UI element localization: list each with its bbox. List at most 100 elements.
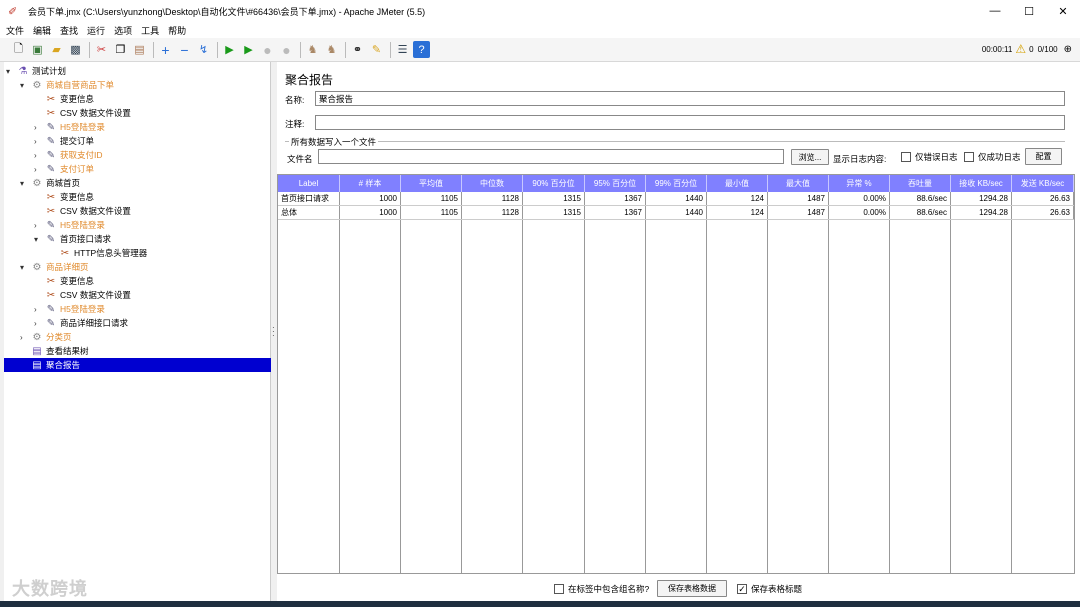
- tree-node[interactable]: › ✎ 获取支付ID: [34, 148, 103, 162]
- shutdown-icon[interactable]: ●: [278, 41, 295, 58]
- tree-node[interactable]: ✂ 变更信息: [34, 274, 94, 288]
- column-header[interactable]: # 样本: [340, 175, 401, 192]
- tree-node[interactable]: ✂ HTTP信息头管理器: [48, 246, 147, 260]
- function-helper-icon[interactable]: ☰: [394, 41, 411, 58]
- start-icon[interactable]: ▶: [221, 41, 238, 58]
- column-header[interactable]: 最小值: [707, 175, 768, 192]
- column-header[interactable]: 90% 百分位: [523, 175, 585, 192]
- column-header[interactable]: 95% 百分位: [585, 175, 646, 192]
- tree-node[interactable]: ▾ ✎ 首页接口请求: [34, 232, 111, 246]
- stop-icon[interactable]: ●: [259, 41, 276, 58]
- expanded-arrow-icon[interactable]: ▾: [34, 235, 44, 244]
- collapsed-arrow-icon[interactable]: ›: [34, 123, 44, 132]
- column-header[interactable]: Label: [278, 175, 340, 192]
- paste-icon[interactable]: ▤: [131, 41, 148, 58]
- success-only-checkbox[interactable]: [964, 152, 974, 162]
- table-row[interactable]: 首页接口请求 1000 1105 1128 1315 1367 1440 124 1487 0.0…: [278, 192, 1074, 206]
- column-header[interactable]: 异常 %: [829, 175, 890, 192]
- toggle-icon[interactable]: ↯: [195, 41, 212, 58]
- column-header[interactable]: 吞吐量: [890, 175, 951, 192]
- menu-help[interactable]: 帮助: [168, 24, 186, 37]
- menu-edit[interactable]: 编辑: [33, 24, 51, 37]
- menu-tools[interactable]: 工具: [141, 24, 159, 37]
- copy-icon[interactable]: ❐: [112, 41, 129, 58]
- clear-all-icon[interactable]: ♞: [323, 41, 340, 58]
- menu-run[interactable]: 运行: [87, 24, 105, 37]
- column-header[interactable]: 平均值: [401, 175, 462, 192]
- expanded-arrow-icon[interactable]: ▾: [20, 263, 30, 272]
- expand-icon[interactable]: +: [157, 41, 174, 58]
- tree-node[interactable]: › ✎ 提交订单: [34, 134, 94, 148]
- save-header-checkbox[interactable]: ✓: [737, 584, 747, 594]
- tree-node[interactable]: › ✎ H5登陆登录: [34, 120, 105, 134]
- remote-icon[interactable]: ⊕: [1064, 44, 1072, 55]
- save-header-option[interactable]: ✓ 保存表格标题: [737, 583, 802, 595]
- tree-node[interactable]: ▾ ⚙ 商品详细页: [20, 260, 89, 274]
- maximize-button[interactable]: ☐: [1012, 0, 1046, 22]
- tree-node[interactable]: ✂ 变更信息: [34, 190, 94, 204]
- tree-node[interactable]: ✂ CSV 数据文件设置: [34, 288, 131, 302]
- tree-node[interactable]: › ✎ 支付订单: [34, 162, 94, 176]
- expanded-arrow-icon[interactable]: ▾: [20, 179, 30, 188]
- menu-file[interactable]: 文件: [6, 24, 24, 37]
- reset-search-icon[interactable]: ✎: [368, 41, 385, 58]
- clear-icon[interactable]: ♞: [304, 41, 321, 58]
- collapsed-arrow-icon[interactable]: ›: [34, 305, 44, 314]
- open-icon[interactable]: ▰: [48, 41, 65, 58]
- tree-node[interactable]: ▾ ⚙ 商城自营商品下单: [20, 78, 114, 92]
- tree-node-label: 测试计划: [32, 66, 67, 76]
- column-header[interactable]: 99% 百分位: [646, 175, 707, 192]
- tree-node[interactable]: › ✎ H5登陆登录: [34, 218, 105, 232]
- success-only-option[interactable]: 仅成功日志: [964, 151, 1021, 163]
- minimize-button[interactable]: —: [978, 0, 1012, 22]
- collapsed-arrow-icon[interactable]: ›: [34, 221, 44, 230]
- include-group-checkbox[interactable]: [554, 584, 564, 594]
- menu-search[interactable]: 查找: [60, 24, 78, 37]
- new-icon[interactable]: 🗋: [10, 41, 27, 58]
- search-binoculars-icon[interactable]: ⚭: [349, 41, 366, 58]
- errors-only-checkbox[interactable]: [901, 152, 911, 162]
- name-field[interactable]: 聚合报告: [315, 91, 1065, 106]
- tree-node[interactable]: › ✎ H5登陆登录: [34, 302, 105, 316]
- tree-node[interactable]: ▾ ⚗ 测试计划: [6, 64, 66, 78]
- templates-icon[interactable]: ▣: [29, 41, 46, 58]
- expanded-arrow-icon[interactable]: ▾: [20, 81, 30, 90]
- tree-node[interactable]: › ✎ 商品详细接口请求: [34, 316, 128, 330]
- configure-button[interactable]: 配置: [1025, 148, 1062, 165]
- tree-node[interactable]: ▤ 聚合报告: [4, 358, 271, 372]
- comment-label: 注释:: [285, 119, 305, 129]
- collapsed-arrow-icon[interactable]: ›: [34, 151, 44, 160]
- save-icon[interactable]: ▩: [67, 41, 84, 58]
- menu-options[interactable]: 选项: [114, 24, 132, 37]
- tree-node[interactable]: ▤ 查看结果树: [20, 344, 88, 358]
- include-group-option[interactable]: 在标签中包含组名称?: [554, 583, 649, 595]
- collapsed-arrow-icon[interactable]: ›: [34, 165, 44, 174]
- column-header[interactable]: 最大值: [768, 175, 829, 192]
- filename-field[interactable]: [318, 149, 784, 164]
- tree-node[interactable]: ✂ 变更信息: [34, 92, 94, 106]
- column-header[interactable]: 中位数: [462, 175, 523, 192]
- expanded-arrow-icon[interactable]: ▾: [6, 67, 16, 76]
- column-header[interactable]: 发送 KB/sec: [1012, 175, 1074, 192]
- collapse-icon[interactable]: −: [176, 41, 193, 58]
- cut-icon[interactable]: ✂: [93, 41, 110, 58]
- table-row[interactable]: 总体 1000 1105 1128 1315 1367 1440 124 1487 0.00% 88…: [278, 206, 1074, 220]
- start-no-pause-icon[interactable]: ▶: [240, 41, 257, 58]
- browse-button[interactable]: 浏览...: [791, 149, 829, 165]
- collapsed-arrow-icon[interactable]: ›: [34, 137, 44, 146]
- comment-field[interactable]: [315, 115, 1065, 130]
- tree-node[interactable]: ▾ ⚙ 商城首页: [20, 176, 80, 190]
- collapsed-arrow-icon[interactable]: ›: [34, 319, 44, 328]
- table-cell: 1294.28: [951, 192, 1012, 205]
- tree-node[interactable]: ✂ CSV 数据文件设置: [34, 204, 131, 218]
- tree-node[interactable]: ✂ CSV 数据文件设置: [34, 106, 131, 120]
- column-header[interactable]: 接收 KB/sec: [951, 175, 1012, 192]
- close-button[interactable]: ✕: [1046, 0, 1080, 22]
- help-icon[interactable]: ?: [413, 41, 430, 58]
- collapsed-arrow-icon[interactable]: ›: [20, 333, 30, 342]
- pen-icon: ✎: [46, 163, 56, 175]
- errors-only-option[interactable]: 仅错误日志: [901, 151, 958, 163]
- tree-node[interactable]: › ⚙ 分类页: [20, 330, 72, 344]
- save-table-data-button[interactable]: 保存表格数据: [657, 580, 727, 597]
- warning-icon[interactable]: ⚠: [1015, 42, 1026, 56]
